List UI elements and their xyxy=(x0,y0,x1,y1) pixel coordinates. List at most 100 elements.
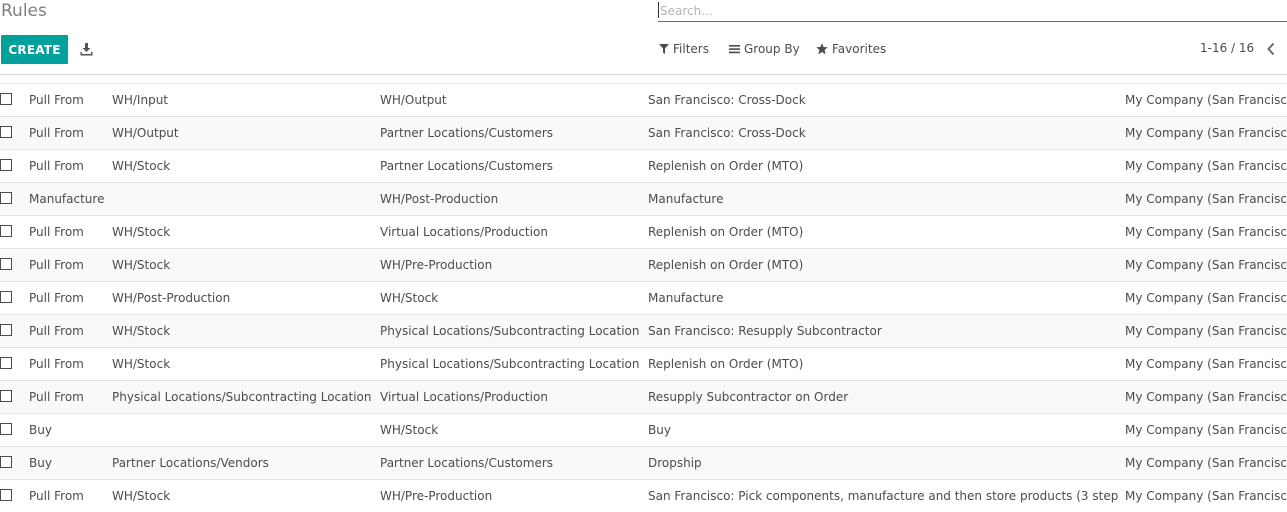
cell-destination-location: Partner Locations/Customers xyxy=(380,456,554,470)
cell-company: My Company (San Francisco) xyxy=(1125,93,1287,107)
cell-source-location: WH/Post-Production xyxy=(112,291,231,305)
bars-icon xyxy=(729,44,740,54)
cell-destination-location: WH/Pre-Production xyxy=(380,489,493,503)
cell-action: Pull From xyxy=(29,126,84,140)
cell-action: Pull From xyxy=(29,258,84,272)
cell-source-location: WH/Output xyxy=(112,126,179,140)
group-by-label: Group By xyxy=(744,42,800,56)
cell-source-location: Partner Locations/Vendors xyxy=(112,456,269,470)
row-checkbox[interactable] xyxy=(0,357,12,369)
cell-action: Pull From xyxy=(29,159,84,173)
cell-company: My Company (San Francisco) xyxy=(1125,390,1287,404)
row-checkbox[interactable] xyxy=(0,291,12,303)
table-row[interactable]: Pull From WH/Output Partner Locations/Cu… xyxy=(0,116,1287,149)
cell-route: Resupply Subcontractor on Order xyxy=(648,390,849,404)
cell-route: San Francisco: Resupply Subcontractor xyxy=(648,324,882,338)
cell-source-location: WH/Stock xyxy=(112,489,171,503)
search-caret xyxy=(658,2,659,18)
pager-value[interactable]: 1-16 / 16 xyxy=(1200,41,1254,55)
cell-destination-location: Virtual Locations/Production xyxy=(380,225,548,239)
group-by-button[interactable]: Group By xyxy=(729,42,800,56)
row-checkbox[interactable] xyxy=(0,390,12,402)
cell-destination-location: Physical Locations/Subcontracting Locati… xyxy=(380,324,640,338)
cell-route: Replenish on Order (MTO) xyxy=(648,225,804,239)
cell-company: My Company (San Francisco) xyxy=(1125,291,1287,305)
table-row[interactable]: Buy Partner Locations/Vendors Partner Lo… xyxy=(0,446,1287,479)
cell-action: Pull From xyxy=(29,390,84,404)
filters-label: Filters xyxy=(673,42,709,56)
cell-company: My Company (San Francisco) xyxy=(1125,258,1287,272)
table-row[interactable]: Pull From WH/Post-Production WH/Stock Ma… xyxy=(0,281,1287,314)
cell-source-location: Physical Locations/Subcontracting Locati… xyxy=(112,390,372,404)
row-checkbox[interactable] xyxy=(0,93,12,105)
cell-route: Manufacture xyxy=(648,192,724,206)
cell-company: My Company (San Francisco) xyxy=(1125,324,1287,338)
cell-action: Pull From xyxy=(29,291,84,305)
table-row[interactable]: Pull From WH/Stock WH/Pre-Production Rep… xyxy=(0,248,1287,281)
cell-destination-location: WH/Output xyxy=(380,93,447,107)
search-bar[interactable] xyxy=(658,0,1287,22)
create-button[interactable]: CREATE xyxy=(1,35,68,64)
row-checkbox[interactable] xyxy=(0,324,12,336)
cell-action: Pull From xyxy=(29,225,84,239)
cell-route: Replenish on Order (MTO) xyxy=(648,159,804,173)
row-checkbox[interactable] xyxy=(0,258,12,270)
cell-destination-location: Virtual Locations/Production xyxy=(380,390,548,404)
cell-route: Buy xyxy=(648,423,671,437)
cell-source-location: WH/Stock xyxy=(112,159,171,173)
row-checkbox[interactable] xyxy=(0,159,12,171)
cell-company: My Company (San Francisco) xyxy=(1125,225,1287,239)
cell-action: Buy xyxy=(29,423,52,437)
row-checkbox[interactable] xyxy=(0,126,12,138)
filter-icon xyxy=(659,44,669,54)
row-checkbox[interactable] xyxy=(0,192,12,204)
table-row[interactable]: Manufacture WH/Post-Production Manufactu… xyxy=(0,182,1287,215)
cell-destination-location: WH/Stock xyxy=(380,291,439,305)
cell-company: My Company (San Francisco) xyxy=(1125,423,1287,437)
favorites-label: Favorites xyxy=(832,42,887,56)
cell-action: Pull From xyxy=(29,93,84,107)
table-row[interactable]: Pull From WH/Stock WH/Pre-Production San… xyxy=(0,479,1287,512)
cell-destination-location: Partner Locations/Customers xyxy=(380,126,554,140)
cell-company: My Company (San Francisco) xyxy=(1125,159,1287,173)
cell-source-location: WH/Stock xyxy=(112,225,171,239)
row-checkbox[interactable] xyxy=(0,423,12,435)
cell-action: Buy xyxy=(29,456,52,470)
row-checkbox[interactable] xyxy=(0,456,12,468)
cell-destination-location: WH/Post-Production xyxy=(380,192,499,206)
filters-button[interactable]: Filters xyxy=(659,42,709,56)
cell-action: Manufacture xyxy=(29,192,105,206)
table-row[interactable]: Pull From WH/Stock Physical Locations/Su… xyxy=(0,347,1287,380)
chevron-left-icon[interactable] xyxy=(1266,41,1278,57)
page-title: Rules xyxy=(1,1,47,21)
cell-destination-location: Partner Locations/Customers xyxy=(380,159,554,173)
cell-route: Replenish on Order (MTO) xyxy=(648,258,804,272)
row-checkbox[interactable] xyxy=(0,225,12,237)
cell-source-location: WH/Stock xyxy=(112,324,171,338)
cell-source-location: WH/Input xyxy=(112,93,169,107)
cell-company: My Company (San Francisco) xyxy=(1125,126,1287,140)
search-input[interactable] xyxy=(658,1,1287,21)
cell-company: My Company (San Francisco) xyxy=(1125,456,1287,470)
cell-company: My Company (San Francisco) xyxy=(1125,357,1287,371)
table-row[interactable]: Pull From WH/Input WH/Output San Francis… xyxy=(0,83,1287,116)
table-row[interactable]: Pull From WH/Stock Partner Locations/Cus… xyxy=(0,149,1287,182)
cell-source-location: WH/Stock xyxy=(112,357,171,371)
cell-route: San Francisco: Cross-Dock xyxy=(648,93,806,107)
table-row[interactable]: Pull From WH/Stock Physical Locations/Su… xyxy=(0,314,1287,347)
table-row[interactable]: Pull From WH/Stock Virtual Locations/Pro… xyxy=(0,215,1287,248)
favorites-button[interactable]: Favorites xyxy=(816,42,886,56)
row-checkbox[interactable] xyxy=(0,489,12,501)
table-row[interactable]: Pull From Physical Locations/Subcontract… xyxy=(0,380,1287,413)
download-icon[interactable] xyxy=(80,41,95,56)
cell-action: Pull From xyxy=(29,489,84,503)
cell-route: Dropship xyxy=(648,456,702,470)
cell-route: San Francisco: Pick components, manufact… xyxy=(648,489,1118,503)
table-row[interactable]: Buy WH/Stock Buy My Company (San Francis… xyxy=(0,413,1287,446)
cell-route: San Francisco: Cross-Dock xyxy=(648,126,806,140)
cell-company: My Company (San Francisco) xyxy=(1125,489,1287,503)
star-icon xyxy=(816,43,828,55)
rules-table: Pull From WH/Input WH/Output San Francis… xyxy=(0,83,1287,512)
cell-route: Manufacture xyxy=(648,291,724,305)
cell-destination-location: WH/Pre-Production xyxy=(380,258,493,272)
